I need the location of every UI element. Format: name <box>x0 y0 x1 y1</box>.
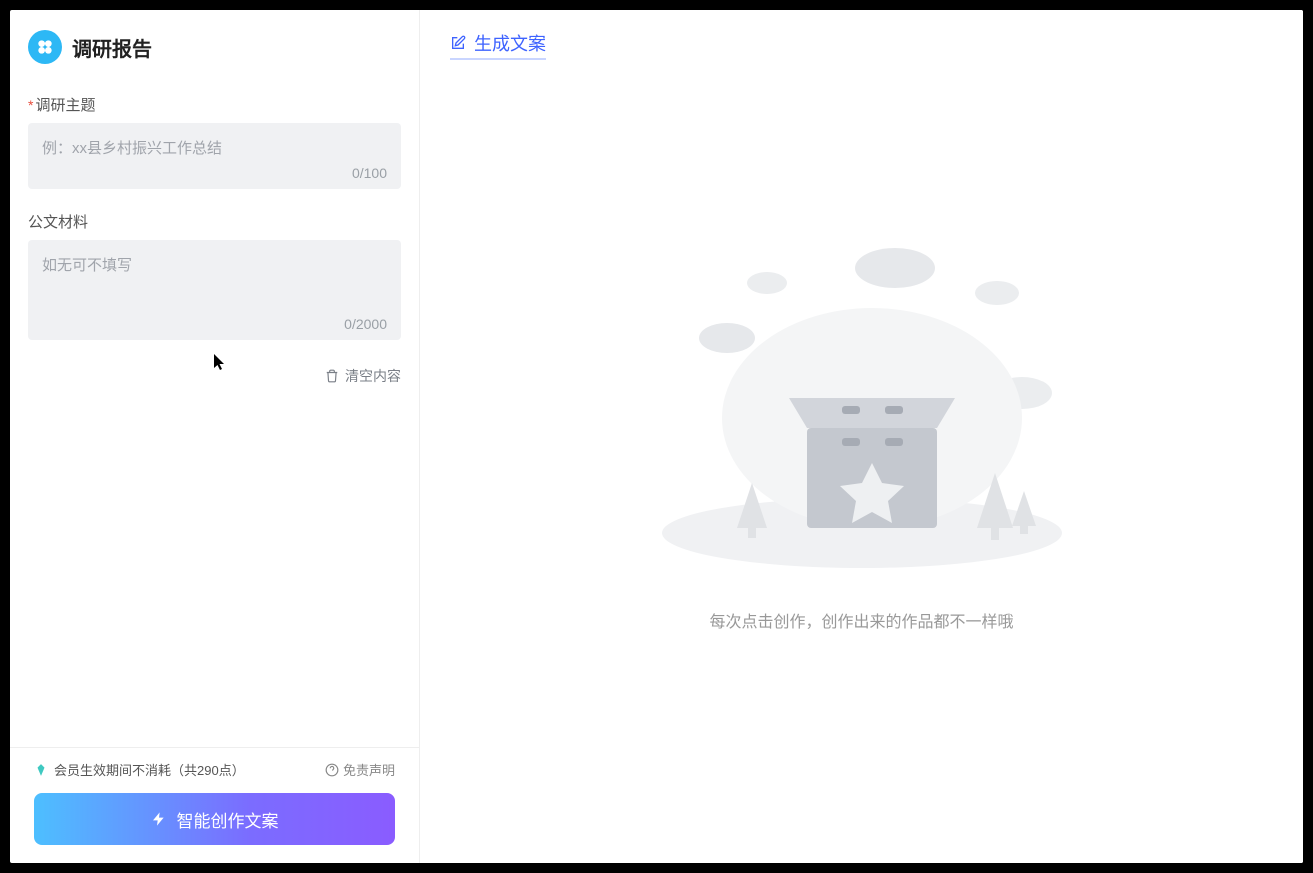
generate-button[interactable]: 智能创作文案 <box>34 793 395 845</box>
right-header: 生成文案 <box>420 10 1303 66</box>
topic-counter: 0/100 <box>42 165 387 181</box>
empty-state-illustration <box>647 238 1077 578</box>
required-star-icon: * <box>28 97 33 113</box>
generate-label: 智能创作文案 <box>177 807 279 832</box>
topic-input[interactable] <box>42 137 387 159</box>
right-panel: 生成文案 <box>420 10 1303 863</box>
app-header: 调研报告 <box>10 10 419 74</box>
page-title: 调研报告 <box>72 33 152 62</box>
left-panel: 调研报告 * 调研主题 0/100 公文材料 <box>10 10 420 863</box>
field-material: 公文材料 0/2000 <box>28 211 401 340</box>
topic-label-text: 调研主题 <box>35 94 95 115</box>
form-area: * 调研主题 0/100 公文材料 0/2000 <box>10 74 419 747</box>
material-label-text: 公文材料 <box>28 211 88 232</box>
diamond-icon <box>34 763 48 777</box>
bolt-icon <box>151 811 167 827</box>
material-input[interactable] <box>42 254 387 310</box>
field-topic-label: * 调研主题 <box>28 94 401 115</box>
clear-row: 清空内容 <box>28 362 401 390</box>
app-logo-icon <box>28 30 62 64</box>
edit-icon <box>450 35 466 51</box>
field-topic: * 调研主题 0/100 <box>28 94 401 189</box>
trash-icon <box>325 369 339 383</box>
footer: 会员生效期间不消耗（共290点） 免责声明 智能创作文案 <box>10 747 419 863</box>
clear-button[interactable]: 清空内容 <box>325 362 401 390</box>
topic-input-wrap: 0/100 <box>28 123 401 189</box>
tab-output[interactable]: 生成文案 <box>450 30 546 60</box>
disclaimer-link[interactable]: 免责声明 <box>325 760 395 779</box>
credits-info: 会员生效期间不消耗（共290点） <box>34 760 245 779</box>
empty-state-text: 每次点击创作，创作出来的作品都不一样哦 <box>709 608 1013 632</box>
disclaimer-label: 免责声明 <box>343 760 395 779</box>
footer-info-row: 会员生效期间不消耗（共290点） 免责声明 <box>34 760 395 779</box>
material-counter: 0/2000 <box>42 316 387 332</box>
field-material-label: 公文材料 <box>28 211 401 232</box>
question-icon <box>325 763 339 777</box>
tab-output-label: 生成文案 <box>474 30 546 56</box>
credits-text: 会员生效期间不消耗（共290点） <box>54 760 245 779</box>
material-input-wrap: 0/2000 <box>28 240 401 340</box>
clear-label: 清空内容 <box>345 366 401 386</box>
right-body: 每次点击创作，创作出来的作品都不一样哦 <box>420 66 1303 863</box>
